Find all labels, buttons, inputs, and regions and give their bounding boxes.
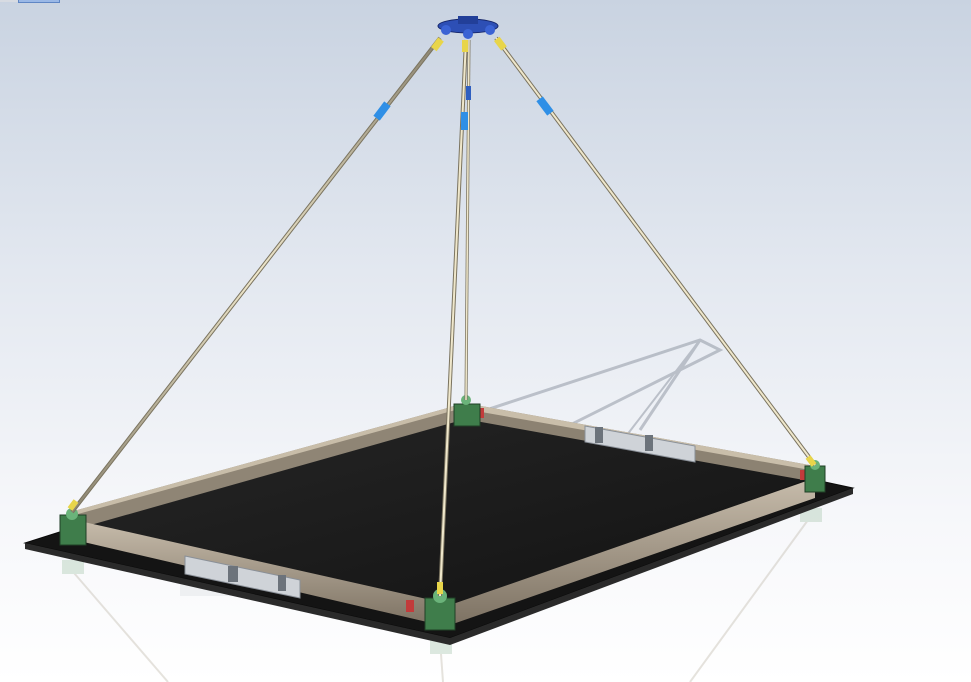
lifting-hub[interactable] (437, 16, 499, 39)
cad-model-scene[interactable] (0, 0, 971, 682)
graphics-viewport[interactable] (0, 0, 971, 682)
